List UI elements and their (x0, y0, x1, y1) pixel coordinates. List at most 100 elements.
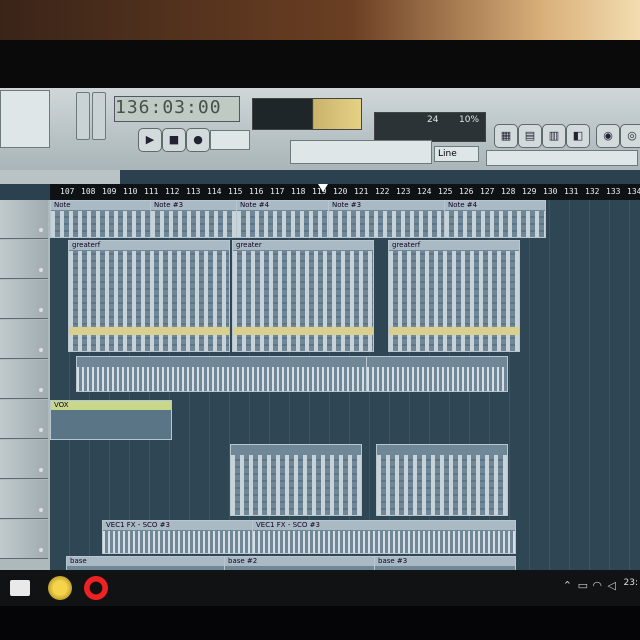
note-pattern (231, 455, 361, 515)
clip-label: Note (51, 201, 151, 210)
ruler-tick: 133 (606, 187, 621, 196)
ruler-tick: 130 (543, 187, 558, 196)
tempo-value: 24 (427, 115, 439, 125)
clip-label: VEC1 FX - SCO #3 (253, 521, 515, 530)
track-led[interactable] (39, 228, 43, 232)
pattern-clip[interactable]: greaterf (68, 240, 230, 352)
track-header[interactable] (0, 400, 48, 439)
pattern-clip[interactable] (230, 444, 362, 516)
snap-select[interactable]: Line (434, 146, 479, 162)
clip-label: VEC1 FX - SCO #3 (103, 521, 253, 530)
pattern-clip[interactable]: base #2 (224, 556, 376, 570)
playlist-grid[interactable]: Note Note #3 Note #4 Note #3 Note #4 gre… (50, 200, 640, 570)
stop-button[interactable]: ■ (162, 128, 186, 152)
audio-clip[interactable]: VEC1 FX - SCO #3 (102, 520, 254, 554)
clip-label: Note #4 (445, 201, 545, 210)
pattern-clip[interactable]: base (66, 556, 226, 570)
volume-slider[interactable] (76, 92, 90, 140)
opera-icon[interactable] (84, 576, 108, 600)
pattern-clip[interactable]: Note #4 (444, 200, 546, 238)
volume-icon[interactable]: ◁ (608, 579, 616, 592)
pattern-clip[interactable] (376, 444, 508, 516)
track-led[interactable] (39, 308, 43, 312)
mixer-button[interactable]: ◧ (566, 124, 590, 148)
track-header[interactable] (0, 360, 48, 399)
track-led[interactable] (39, 468, 43, 472)
track-led[interactable] (39, 388, 43, 392)
pattern-clip[interactable]: greaterf (388, 240, 520, 352)
playhead-marker[interactable] (318, 184, 328, 192)
track-header[interactable] (0, 240, 48, 279)
ruler-tick: 125 (438, 187, 453, 196)
playlist-button[interactable]: ▦ (494, 124, 518, 148)
track-headers (0, 200, 50, 570)
note-pattern (51, 211, 151, 237)
battery-icon[interactable]: ▭ (578, 579, 588, 592)
note-pattern (389, 251, 519, 351)
pattern-clip[interactable]: Note (50, 200, 152, 238)
ruler-tick: 122 (375, 187, 390, 196)
timeline-ruler[interactable]: 107 108 109 110 111 112 113 114 115 116 … (50, 184, 640, 200)
record-button[interactable]: ● (186, 128, 210, 152)
clock[interactable]: 23: (624, 578, 638, 588)
pattern-clip[interactable]: Note #3 (328, 200, 446, 238)
audio-clip[interactable]: VEC1 FX - SCO #3 (252, 520, 516, 554)
ruler-tick: 126 (459, 187, 474, 196)
fl-studio-icon[interactable] (48, 576, 72, 600)
ruler-tick: 129 (522, 187, 537, 196)
clip-label: base #3 (375, 557, 515, 566)
piano-roll-button[interactable]: ▤ (518, 124, 542, 148)
clip-label: Note #3 (151, 201, 237, 210)
waveform (103, 531, 253, 553)
ruler-tick: 114 (207, 187, 222, 196)
note-pattern (151, 211, 237, 237)
menu-panel[interactable] (0, 90, 50, 148)
clip-label: base #2 (225, 557, 375, 566)
ruler-tick: 134 (627, 187, 640, 196)
fl-studio-window: 136:03:00 ▶ ■ ● 24 10% Line ▦ ▤ ▥ ◧ ◉ ◎ … (0, 88, 640, 570)
pattern-clip[interactable]: base #3 (374, 556, 516, 570)
hint-bar (486, 150, 638, 166)
note-pattern (445, 211, 545, 237)
track-header[interactable] (0, 320, 48, 359)
pattern-clip[interactable]: Note #4 (236, 200, 330, 238)
pattern-song-toggle[interactable] (210, 130, 250, 150)
pitch-slider[interactable] (92, 92, 106, 140)
ruler-tick: 111 (144, 187, 159, 196)
track-header[interactable] (0, 440, 48, 479)
oscilloscope (252, 98, 362, 130)
ruler-tick: 117 (270, 187, 285, 196)
note-pattern (69, 251, 229, 351)
ruler-tick: 124 (417, 187, 432, 196)
track-led[interactable] (39, 348, 43, 352)
audio-clip[interactable] (76, 356, 368, 392)
audio-clip[interactable] (366, 356, 508, 392)
track-header[interactable] (0, 480, 48, 519)
wifi-icon[interactable]: ◠ (592, 579, 602, 592)
plugin-picker-button[interactable]: ◎ (620, 124, 640, 148)
time-display[interactable]: 136:03:00 (114, 96, 240, 122)
track-led[interactable] (39, 548, 43, 552)
automation-lane (69, 327, 229, 335)
ruler-tick: 110 (123, 187, 138, 196)
track-led[interactable] (39, 508, 43, 512)
clip-label: greater (233, 241, 373, 250)
channel-rack-button[interactable]: ▥ (542, 124, 566, 148)
pattern-clip[interactable]: Note #3 (150, 200, 238, 238)
pattern-clip[interactable]: greater (232, 240, 374, 352)
tool-buttons-row[interactable] (290, 140, 432, 164)
track-header[interactable] (0, 520, 48, 559)
ruler-tick: 131 (564, 187, 579, 196)
play-button[interactable]: ▶ (138, 128, 162, 152)
track-header[interactable] (0, 280, 48, 319)
chevron-up-icon[interactable]: ⌃ (563, 579, 572, 592)
folder-icon[interactable] (10, 580, 30, 596)
audio-clip[interactable]: VOX (50, 400, 172, 440)
track-header[interactable] (0, 200, 48, 239)
playlist-tools[interactable] (0, 170, 120, 184)
waveform (77, 367, 367, 391)
track-led[interactable] (39, 428, 43, 432)
track-led[interactable] (39, 268, 43, 272)
ruler-tick: 113 (186, 187, 201, 196)
browser-button[interactable]: ◉ (596, 124, 620, 148)
